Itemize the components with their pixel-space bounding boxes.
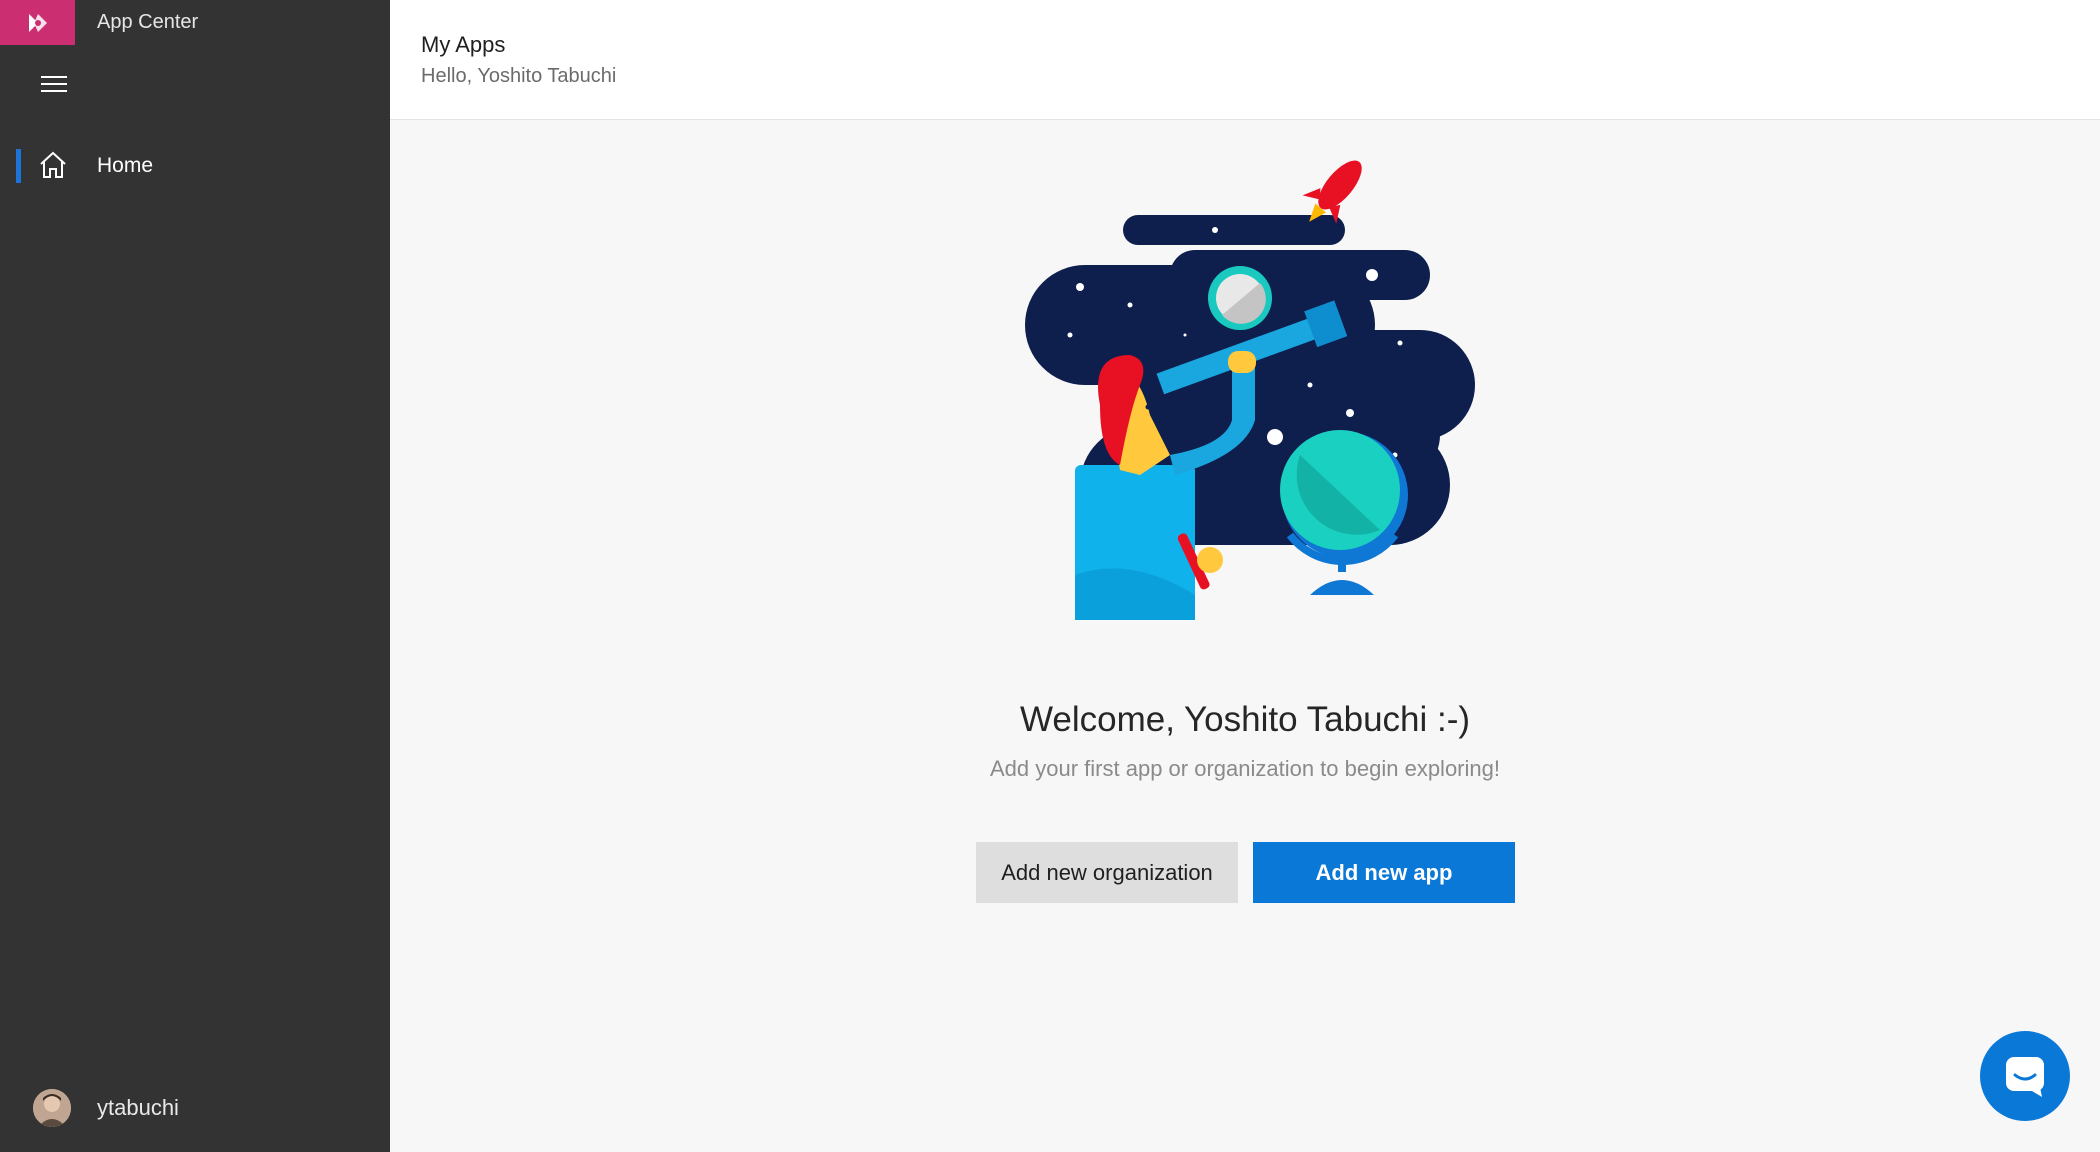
home-icon — [40, 151, 66, 178]
add-new-organization-button[interactable]: Add new organization — [976, 842, 1238, 903]
chat-support-button[interactable] — [1980, 1031, 2070, 1121]
user-profile[interactable]: ytabuchi — [33, 1088, 179, 1128]
hamburger-menu-icon[interactable] — [38, 73, 70, 95]
page-title: My Apps — [421, 32, 506, 57]
app-root: App Center Home ytabuchi My Apps Hello, … — [0, 0, 2100, 1152]
username: ytabuchi — [97, 1095, 179, 1120]
welcome-subtitle: Add your first app or organization to be… — [990, 756, 1500, 781]
sidebar: App Center Home ytabuchi — [0, 0, 390, 1152]
brand-name: App Center — [97, 11, 199, 33]
add-new-app-button[interactable]: Add new app — [1253, 842, 1515, 903]
active-indicator — [16, 149, 21, 183]
page-subtitle: Hello, Yoshito Tabuchi — [421, 65, 617, 87]
app-center-logo-icon — [0, 0, 75, 45]
welcome-title: Welcome, Yoshito Tabuchi :-) — [1019, 700, 1471, 739]
sidebar-item-label: Home — [97, 154, 154, 177]
avatar — [33, 1089, 71, 1127]
welcome-illustration — [1025, 160, 1475, 620]
brand[interactable]: App Center — [0, 0, 198, 45]
page-header: My Apps Hello, Yoshito Tabuchi — [390, 0, 2100, 120]
sidebar-item-home[interactable]: Home — [0, 145, 390, 187]
chat-bubble-icon — [2006, 1057, 2044, 1097]
